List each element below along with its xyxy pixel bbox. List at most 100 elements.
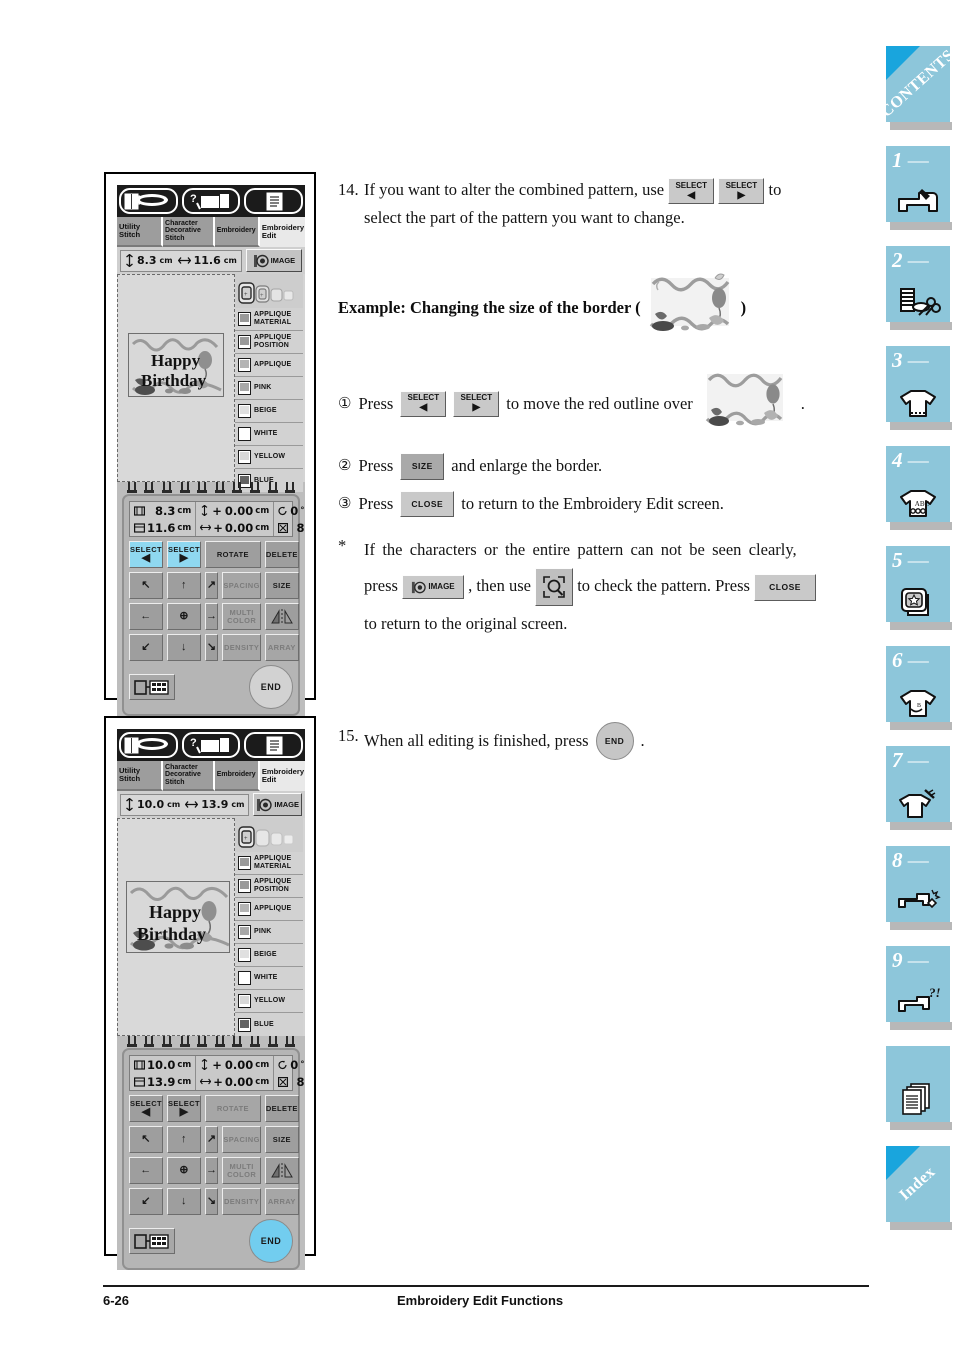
color-row[interactable]: PINK [235, 921, 303, 944]
color-row[interactable]: BEIGE [235, 944, 303, 967]
tab-utility-stitch[interactable]: Utility Stitch [117, 217, 164, 247]
close-key[interactable]: CLOSE [754, 573, 817, 601]
design-canvas[interactable]: Happy Birthday [117, 818, 235, 1036]
image-button[interactable]: IMAGE [253, 793, 302, 816]
color-row[interactable]: APPLIQUE POSITION [235, 875, 303, 898]
move-up-right-button[interactable]: ↗ [205, 572, 219, 599]
help-machine-icon[interactable]: ? [181, 732, 241, 758]
select-right-key[interactable]: SELECT ▶ [453, 390, 500, 417]
density-button[interactable]: DENSITY [222, 634, 261, 661]
hoop-size-indicator[interactable]: + + [235, 274, 303, 308]
hoop-size-indicator[interactable]: + [235, 818, 303, 852]
sidebar-tab-6[interactable]: 6 — B [886, 646, 952, 730]
move-up-left-button[interactable]: ↖ [129, 1126, 163, 1153]
tab-character-decorative-stitch[interactable]: Character Decorative Stitch [163, 217, 215, 247]
select-left-key[interactable]: SELECT ◀ [400, 390, 447, 417]
sidebar-tab-index[interactable]: Index [886, 1146, 952, 1230]
mirror-button[interactable] [264, 1157, 299, 1184]
color-row[interactable]: APPLIQUE [235, 354, 303, 377]
move-right-button[interactable]: → [205, 603, 219, 630]
size-button[interactable]: SIZE [264, 1126, 299, 1153]
move-down-button[interactable]: ↓ [167, 1188, 201, 1215]
sidebar-tab-1[interactable]: 1 — [886, 146, 952, 230]
size-button[interactable]: SIZE [264, 572, 299, 599]
move-up-left-button[interactable]: ↖ [129, 572, 163, 599]
sidebar-tab-8[interactable]: 8 — [886, 846, 952, 930]
color-row[interactable]: YELLOW [235, 990, 303, 1013]
tab-embroidery-edit[interactable]: Embroidery Edit [259, 217, 305, 247]
tab-embroidery[interactable]: Embroidery [214, 217, 260, 247]
settings-list-icon[interactable] [244, 188, 304, 214]
color-row[interactable]: WHITE [235, 967, 303, 990]
image-button[interactable]: IMAGE [245, 249, 302, 272]
color-row[interactable]: APPLIQUE MATERIAL [235, 308, 303, 331]
color-row[interactable]: BLUE [235, 1013, 303, 1036]
end-key[interactable]: END [595, 722, 634, 761]
center-button[interactable]: ⊕ [167, 1157, 201, 1184]
delete-button[interactable]: DELETE [264, 1095, 299, 1122]
color-row[interactable]: PINK [235, 377, 303, 400]
select-left-key[interactable]: SELECT ◀ [668, 178, 715, 205]
spacing-button[interactable]: SPACING [222, 572, 261, 599]
color-row[interactable]: APPLIQUE MATERIAL [235, 852, 303, 875]
sidebar-tab-7[interactable]: 7 — [886, 746, 952, 830]
sidebar-tab-5[interactable]: 5 — [886, 546, 952, 630]
hoop-layout-button[interactable] [129, 674, 175, 700]
multi-color-button[interactable]: MULTI COLOR [222, 603, 261, 630]
color-row[interactable]: APPLIQUE POSITION [235, 331, 303, 354]
move-left-button[interactable]: ← [129, 603, 163, 630]
move-down-right-button[interactable]: ↘ [205, 1188, 219, 1215]
color-row[interactable]: BEIGE [235, 400, 303, 423]
select-right-button[interactable]: SELECT ▶ [167, 541, 201, 568]
design-canvas[interactable]: Happy Birthday [117, 274, 235, 482]
rotate-button[interactable]: ROTATE [205, 541, 261, 568]
array-button[interactable]: ARRAY [264, 634, 299, 661]
sidebar-tab-2[interactable]: 2 — [886, 246, 952, 330]
sidebar-tab-appendix[interactable] [886, 1046, 952, 1130]
manual-book-icon[interactable] [119, 732, 178, 758]
tab-character-decorative-stitch[interactable]: Character Decorative Stitch [163, 761, 215, 791]
select-left-button[interactable]: SELECT ◀ [129, 541, 163, 568]
move-down-button[interactable]: ↓ [167, 634, 201, 661]
color-row[interactable]: YELLOW [235, 446, 303, 469]
move-down-left-button[interactable]: ↙ [129, 1188, 163, 1215]
delete-button[interactable]: DELETE [264, 541, 299, 568]
move-down-right-button[interactable]: ↘ [205, 634, 219, 661]
move-up-button[interactable]: ↑ [167, 1126, 201, 1153]
tab-embroidery-edit[interactable]: Embroidery Edit [259, 761, 305, 791]
size-key[interactable]: SIZE [400, 452, 445, 480]
manual-book-icon[interactable] [119, 188, 178, 214]
array-button[interactable]: ARRAY [264, 1188, 299, 1215]
multi-color-button[interactable]: MULTI COLOR [222, 1157, 261, 1184]
color-row[interactable]: APPLIQUE [235, 898, 303, 921]
end-button[interactable]: END [249, 665, 293, 709]
sidebar-tab-9[interactable]: 9 — ?! [886, 946, 952, 1030]
help-machine-icon[interactable]: ? [181, 188, 241, 214]
move-up-button[interactable]: ↑ [167, 572, 201, 599]
move-down-left-button[interactable]: ↙ [129, 634, 163, 661]
color-row[interactable]: WHITE [235, 423, 303, 446]
rotate-button[interactable]: ROTATE [205, 1095, 261, 1122]
magnify-key[interactable] [535, 568, 574, 607]
hoop-layout-button[interactable] [129, 1228, 175, 1254]
sidebar-tab-contents[interactable]: CONTENTS [878, 46, 954, 130]
hoop-image-icon [253, 254, 269, 267]
select-right-button[interactable]: SELECT ▶ [167, 1095, 201, 1122]
density-button[interactable]: DENSITY [222, 1188, 261, 1215]
center-button[interactable]: ⊕ [167, 603, 201, 630]
move-up-right-button[interactable]: ↗ [205, 1126, 219, 1153]
mirror-button[interactable] [264, 603, 299, 630]
select-right-key[interactable]: SELECT ▶ [718, 178, 765, 205]
end-button[interactable]: END [249, 1219, 293, 1263]
sidebar-tab-4[interactable]: 4 — ABC [886, 446, 952, 530]
move-right-button[interactable]: → [205, 1157, 219, 1184]
sidebar-tab-3[interactable]: 3 — [886, 346, 952, 430]
select-left-button[interactable]: SELECT ◀ [129, 1095, 163, 1122]
tab-embroidery[interactable]: Embroidery [214, 761, 260, 791]
tab-utility-stitch[interactable]: Utility Stitch [117, 761, 164, 791]
move-left-button[interactable]: ← [129, 1157, 163, 1184]
image-key[interactable]: IMAGE [402, 575, 465, 600]
close-key[interactable]: CLOSE [400, 491, 455, 518]
settings-list-icon[interactable] [244, 732, 304, 758]
spacing-button[interactable]: SPACING [222, 1126, 261, 1153]
